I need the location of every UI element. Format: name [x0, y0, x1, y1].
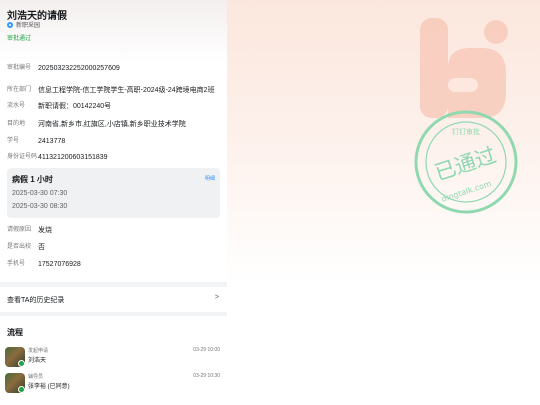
status-badge: 审批通过 [7, 36, 32, 42]
field-label: 是否出校 [7, 244, 32, 250]
history-record-link[interactable]: 查看TA的历史纪录 > [0, 287, 227, 312]
process-card: 流程 发起申请 刘浩天 03-29 10:00 辅导员 张李裕 (已同意) 03… [0, 316, 227, 405]
approval-detail-panel: 刘浩天的请假 新职采园 审批通过 审批编号 202503232252000257… [0, 0, 227, 405]
field-value: 否 [38, 244, 45, 251]
field-label: 所在部门 [7, 87, 32, 93]
history-label: 查看TA的历史纪录 [7, 297, 65, 304]
stamp-top-text: 钉钉审批 [452, 127, 480, 136]
field-value: 河南省,新乡市,红旗区,小店镇,新乡职业技术学院 [38, 121, 186, 128]
field-leave-campus: 是否出校 否 [7, 243, 45, 252]
field-id-number: 身份证号码 411321200603151839 [7, 153, 108, 162]
step-time: 03-29 10:00 [193, 347, 220, 353]
field-value: 202503232252000257609 [38, 65, 120, 72]
chevron-right-icon: > [214, 294, 219, 301]
source-org-label: 新职采园 [16, 23, 41, 29]
step-action: 发起申请 [28, 348, 49, 354]
leave-start-time: 2025-03-30 07:30 [12, 190, 68, 197]
field-student-id: 学号 2413778 [7, 137, 65, 146]
field-reason: 请假原因 发烧 [7, 226, 52, 235]
source-org: 新职采园 [7, 20, 40, 29]
leave-end-time: 2025-03-30 08:30 [12, 203, 68, 210]
step-time: 03-29 10:30 [193, 373, 220, 379]
field-label: 审批编号 [7, 65, 32, 71]
leave-type-title: 病假 1 小时 [12, 175, 53, 184]
field-department: 所在部门 信息工程学院-信工学院学生-高职-2024级-24跨境电商2班 [7, 86, 215, 95]
field-serial-no: 流水号 新职请假：00142240号 [7, 102, 111, 111]
field-label: 手机号 [7, 261, 26, 267]
process-step-initiate: 发起申请 刘浩天 03-29 10:00 [5, 347, 220, 371]
field-value: 411321200603151839 [38, 154, 108, 161]
leave-summary-box: 病假 1 小时 明细 2025-03-30 07:30 2025-03-30 0… [7, 168, 220, 218]
field-approval-no: 审批编号 202503232252000257609 [7, 64, 120, 73]
approval-info-card: 刘浩天的请假 新职采园 审批通过 审批编号 202503232252000257… [0, 0, 227, 282]
step-action: 辅导员 [28, 374, 44, 380]
field-label: 请假原因 [7, 227, 32, 233]
step-person: 刘浩天 [28, 358, 47, 364]
field-label: 学号 [7, 138, 20, 144]
field-value: 新职请假：00142240号 [38, 103, 112, 110]
field-label: 身份证号码 [7, 154, 38, 160]
field-label: 目的地 [7, 121, 26, 127]
stamp-bottom-text: dingtalk.com [440, 179, 492, 204]
field-value: 信息工程学院-信工学院学生-高职-2024级-24跨境电商2班 [38, 87, 215, 94]
process-step-counselor: 辅导员 张李裕 (已同意) 03-29 10:30 [5, 373, 220, 397]
approved-stamp-icon: 钉钉审批 已通过 dingtalk.com [414, 110, 518, 214]
check-icon [18, 386, 25, 393]
field-label: 流水号 [7, 103, 26, 109]
field-value: 17527076928 [38, 261, 81, 268]
check-icon [18, 360, 25, 367]
field-destination: 目的地 河南省,新乡市,红旗区,小店镇,新乡职业技术学院 [7, 120, 186, 129]
org-icon [7, 21, 13, 28]
field-value: 发烧 [38, 227, 52, 234]
process-title: 流程 [7, 328, 23, 337]
leave-detail-link[interactable]: 明细 [205, 175, 215, 182]
step-person: 张李裕 (已同意) [28, 384, 70, 390]
field-value: 2413778 [38, 138, 66, 145]
field-phone: 手机号 17527076928 [7, 260, 81, 269]
